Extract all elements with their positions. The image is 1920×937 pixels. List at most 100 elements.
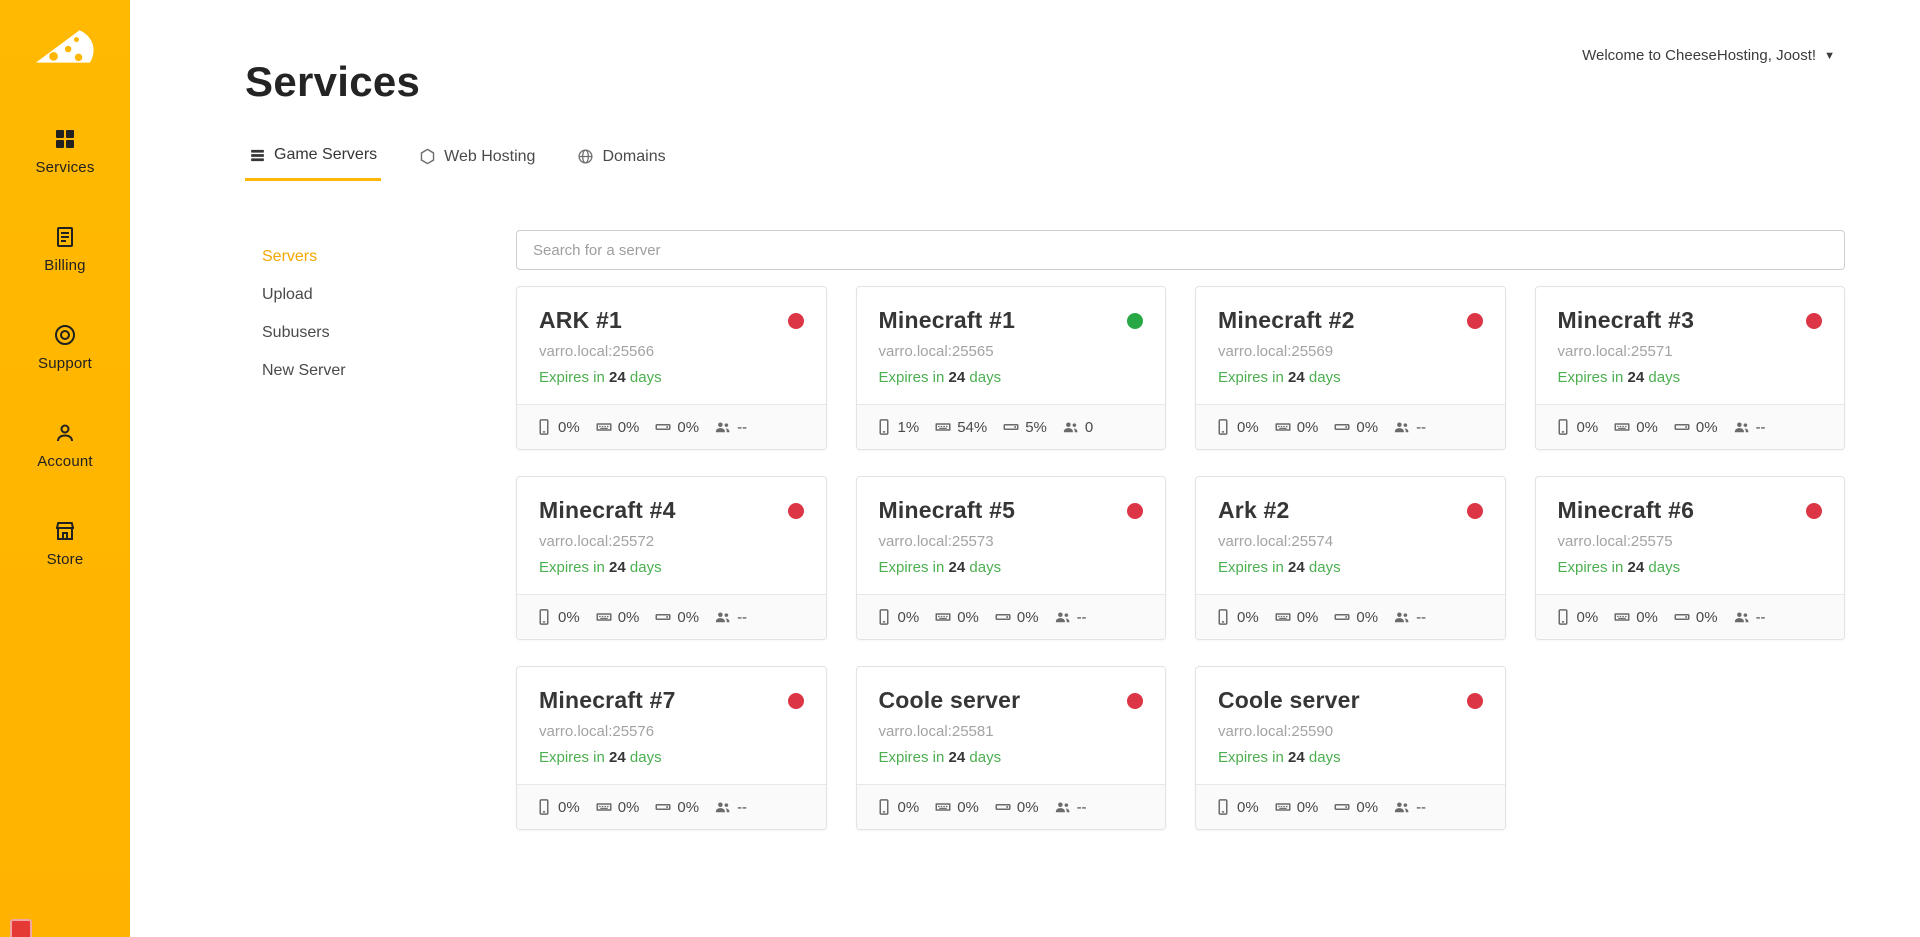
server-card[interactable]: Coole server varro.local:25590 Expires i… bbox=[1195, 666, 1506, 830]
expiry-prefix: Expires in bbox=[1218, 369, 1284, 386]
players-icon bbox=[1062, 418, 1080, 436]
server-card[interactable]: Minecraft #6 varro.local:25575 Expires i… bbox=[1535, 476, 1846, 640]
players-stat: -- bbox=[714, 608, 747, 626]
server-address: varro.local:25576 bbox=[539, 723, 804, 740]
players-stat: -- bbox=[1733, 418, 1766, 436]
tab-web-hosting[interactable]: Web Hosting bbox=[415, 140, 539, 181]
expiry-suffix: days bbox=[969, 369, 1001, 386]
sidebar-item-store[interactable]: Store bbox=[0, 494, 130, 592]
players-value: -- bbox=[737, 799, 747, 816]
players-value: -- bbox=[737, 419, 747, 436]
subnav-item-subusers[interactable]: Subusers bbox=[262, 314, 516, 352]
cheese-logo-icon bbox=[31, 23, 99, 73]
servers-area: ARK #1 varro.local:25566 Expires in 24 d… bbox=[516, 230, 1845, 830]
tab-label: Web Hosting bbox=[444, 148, 535, 166]
players-stat: -- bbox=[714, 798, 747, 816]
expiry-suffix: days bbox=[969, 559, 1001, 576]
cpu-icon bbox=[1214, 798, 1232, 816]
user-menu[interactable]: Welcome to CheeseHosting, Joost! ▼ bbox=[1582, 47, 1835, 64]
sidebar-item-label: Account bbox=[37, 453, 93, 470]
server-card[interactable]: Coole server varro.local:25581 Expires i… bbox=[856, 666, 1167, 830]
cpu-icon bbox=[1554, 608, 1572, 626]
subnav-item-new-server[interactable]: New Server bbox=[262, 352, 516, 390]
ram-stat: 0% bbox=[1274, 418, 1319, 436]
server-card[interactable]: Minecraft #4 varro.local:25572 Expires i… bbox=[516, 476, 827, 640]
server-expiry: Expires in 24 days bbox=[539, 559, 804, 576]
tab-bar: Game Servers Web Hosting Domains bbox=[245, 140, 1845, 182]
sidebar-item-support[interactable]: Support bbox=[0, 298, 130, 396]
expiry-prefix: Expires in bbox=[539, 369, 605, 386]
memory-icon bbox=[934, 418, 952, 436]
subnav-item-servers[interactable]: Servers bbox=[262, 238, 516, 276]
sidebar-item-services[interactable]: Services bbox=[0, 102, 130, 200]
server-card-body: Ark #2 varro.local:25574 Expires in 24 d… bbox=[1196, 477, 1505, 594]
status-dot bbox=[1127, 503, 1143, 519]
expiry-days: 24 bbox=[609, 559, 626, 576]
cpu-value: 0% bbox=[898, 609, 920, 626]
server-card-body: Minecraft #5 varro.local:25573 Expires i… bbox=[857, 477, 1166, 594]
ram-stat: 0% bbox=[595, 418, 640, 436]
server-card[interactable]: Minecraft #3 varro.local:25571 Expires i… bbox=[1535, 286, 1846, 450]
ram-value: 0% bbox=[618, 419, 640, 436]
status-dot bbox=[1127, 313, 1143, 329]
chevron-down-icon: ▼ bbox=[1824, 50, 1835, 62]
server-card-body: Coole server varro.local:25581 Expires i… bbox=[857, 667, 1166, 784]
expiry-days: 24 bbox=[1288, 749, 1305, 766]
ram-stat: 0% bbox=[934, 798, 979, 816]
page-title: Services bbox=[245, 58, 1845, 106]
expiry-prefix: Expires in bbox=[1218, 749, 1284, 766]
cpu-stat: 0% bbox=[1554, 608, 1599, 626]
cpu-stat: 1% bbox=[875, 418, 920, 436]
server-card-body: Minecraft #1 varro.local:25565 Expires i… bbox=[857, 287, 1166, 404]
server-expiry: Expires in 24 days bbox=[539, 749, 804, 766]
players-value: 0 bbox=[1085, 419, 1093, 436]
sidebar-item-billing[interactable]: Billing bbox=[0, 200, 130, 298]
server-address: varro.local:25572 bbox=[539, 533, 804, 550]
tab-domains[interactable]: Domains bbox=[573, 140, 669, 181]
players-icon bbox=[1393, 798, 1411, 816]
expiry-days: 24 bbox=[609, 369, 626, 386]
sidebar-item-label: Services bbox=[35, 159, 94, 176]
corner-badge bbox=[10, 919, 32, 937]
cpu-value: 1% bbox=[898, 419, 920, 436]
memory-icon bbox=[1613, 418, 1631, 436]
server-address: varro.local:25575 bbox=[1558, 533, 1823, 550]
server-expiry: Expires in 24 days bbox=[1558, 559, 1823, 576]
players-stat: -- bbox=[1393, 798, 1426, 816]
server-card[interactable]: Minecraft #7 varro.local:25576 Expires i… bbox=[516, 666, 827, 830]
expiry-prefix: Expires in bbox=[1558, 369, 1624, 386]
status-dot bbox=[1467, 693, 1483, 709]
expiry-days: 24 bbox=[1288, 369, 1305, 386]
expiry-prefix: Expires in bbox=[879, 559, 945, 576]
disk-icon bbox=[1333, 798, 1351, 816]
disk-value: 0% bbox=[1696, 609, 1718, 626]
cpu-stat: 0% bbox=[1214, 798, 1259, 816]
server-card[interactable]: Minecraft #5 varro.local:25573 Expires i… bbox=[856, 476, 1167, 640]
tab-game-servers[interactable]: Game Servers bbox=[245, 140, 381, 181]
search-input[interactable] bbox=[516, 230, 1845, 270]
server-card[interactable]: Minecraft #2 varro.local:25569 Expires i… bbox=[1195, 286, 1506, 450]
expiry-prefix: Expires in bbox=[539, 559, 605, 576]
disk-icon bbox=[1333, 418, 1351, 436]
players-value: -- bbox=[1077, 609, 1087, 626]
server-address: varro.local:25571 bbox=[1558, 343, 1823, 360]
server-stats-bar: 0% 0% 0% bbox=[1196, 784, 1505, 829]
disk-value: 0% bbox=[677, 609, 699, 626]
ram-value: 0% bbox=[618, 799, 640, 816]
expiry-suffix: days bbox=[1309, 559, 1341, 576]
subnav-item-upload[interactable]: Upload bbox=[262, 276, 516, 314]
players-icon bbox=[1393, 418, 1411, 436]
expiry-suffix: days bbox=[630, 559, 662, 576]
server-card[interactable]: ARK #1 varro.local:25566 Expires in 24 d… bbox=[516, 286, 827, 450]
server-card[interactable]: Ark #2 varro.local:25574 Expires in 24 d… bbox=[1195, 476, 1506, 640]
memory-icon bbox=[1274, 608, 1292, 626]
server-card[interactable]: Minecraft #1 varro.local:25565 Expires i… bbox=[856, 286, 1167, 450]
server-stats-bar: 0% 0% 0% bbox=[517, 404, 826, 449]
globe-icon bbox=[577, 148, 594, 165]
status-dot bbox=[1806, 313, 1822, 329]
server-address: varro.local:25590 bbox=[1218, 723, 1483, 740]
expiry-days: 24 bbox=[609, 749, 626, 766]
disk-value: 5% bbox=[1025, 419, 1047, 436]
sidebar-item-account[interactable]: Account bbox=[0, 396, 130, 494]
expiry-suffix: days bbox=[1309, 369, 1341, 386]
